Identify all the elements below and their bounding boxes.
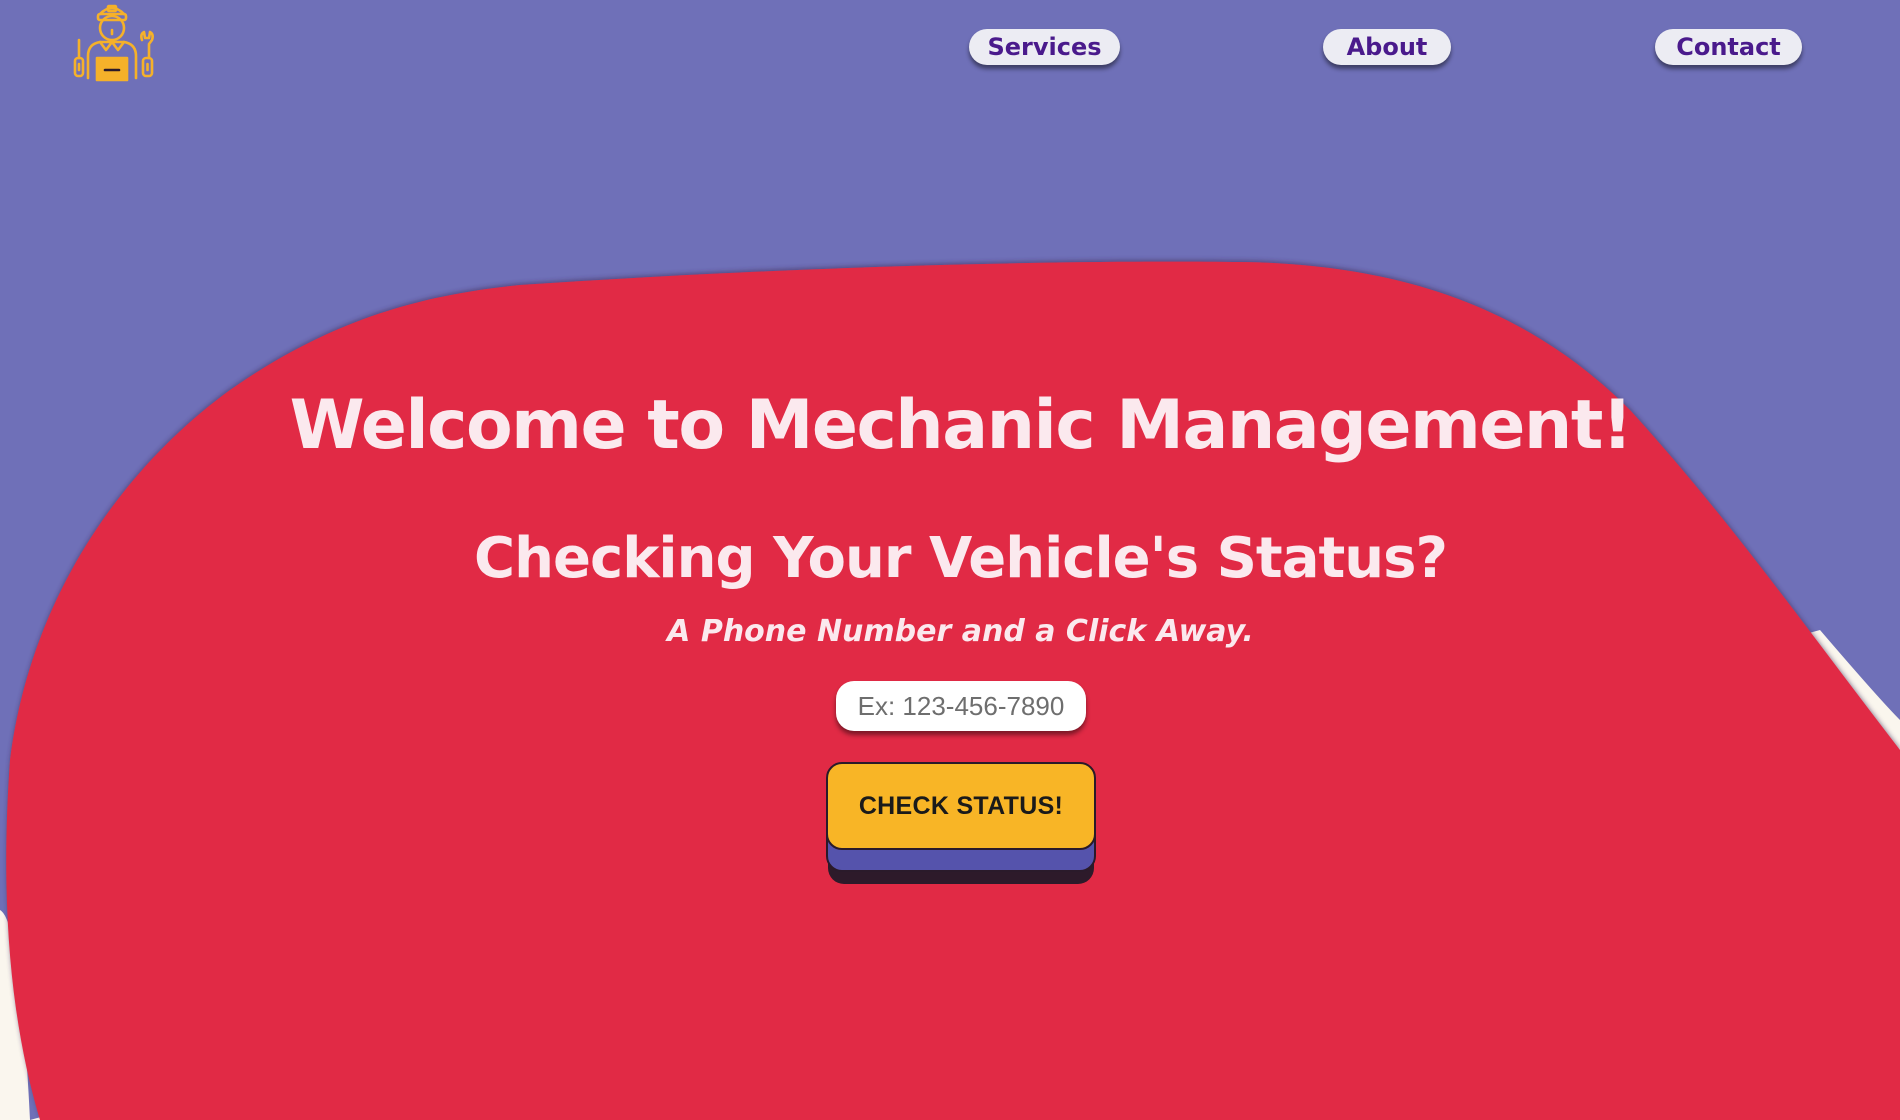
check-status-label: CHECK STATUS! — [826, 762, 1096, 850]
check-status-button[interactable]: CHECK STATUS! — [826, 762, 1098, 886]
mechanic-logo[interactable] — [70, 0, 155, 90]
page-title: Welcome to Mechanic Management! — [289, 386, 1633, 465]
hero-tagline: A Phone Number and a Click Away. — [667, 614, 1254, 649]
nav-contact-button[interactable]: Contact — [1655, 29, 1802, 65]
phone-number-input[interactable] — [836, 681, 1086, 731]
mechanic-icon — [73, 4, 154, 82]
hero-subtitle: Checking Your Vehicle's Status? — [474, 526, 1448, 591]
nav-services-button[interactable]: Services — [969, 29, 1120, 65]
nav-about-button[interactable]: About — [1323, 29, 1451, 65]
